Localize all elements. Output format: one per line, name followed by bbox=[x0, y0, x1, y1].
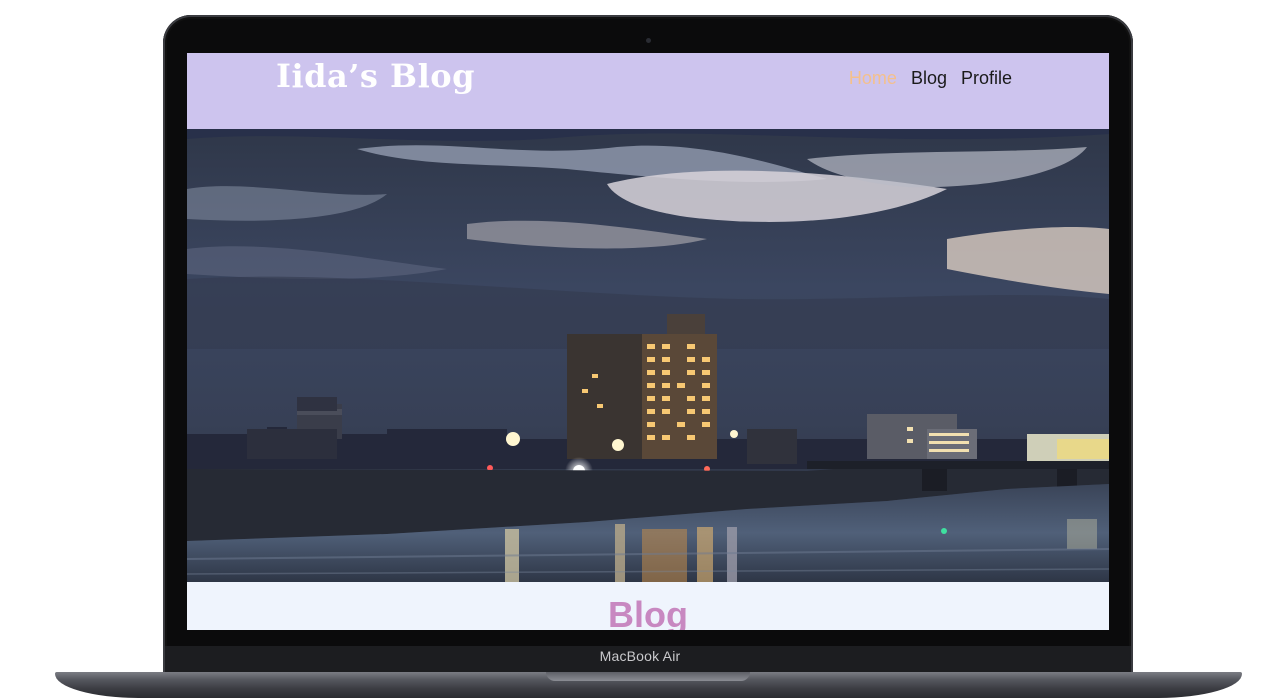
laptop-notch bbox=[546, 672, 750, 681]
main-nav: Home Blog Profile bbox=[849, 68, 1012, 89]
site-logo[interactable]: Iida’s Blog bbox=[276, 57, 475, 95]
site-header: Iida’s Blog Home Blog Profile bbox=[187, 53, 1109, 129]
device-label: MacBook Air bbox=[599, 648, 681, 664]
hero-image bbox=[187, 129, 1109, 582]
nav-blog-link[interactable]: Blog bbox=[911, 68, 947, 89]
laptop-screen: Iida’s Blog Home Blog Profile Blog bbox=[187, 53, 1109, 630]
section-title-blog: Blog bbox=[608, 594, 688, 630]
camera-icon bbox=[646, 38, 651, 43]
nav-profile-link[interactable]: Profile bbox=[961, 68, 1012, 89]
nav-home-link[interactable]: Home bbox=[849, 68, 897, 89]
